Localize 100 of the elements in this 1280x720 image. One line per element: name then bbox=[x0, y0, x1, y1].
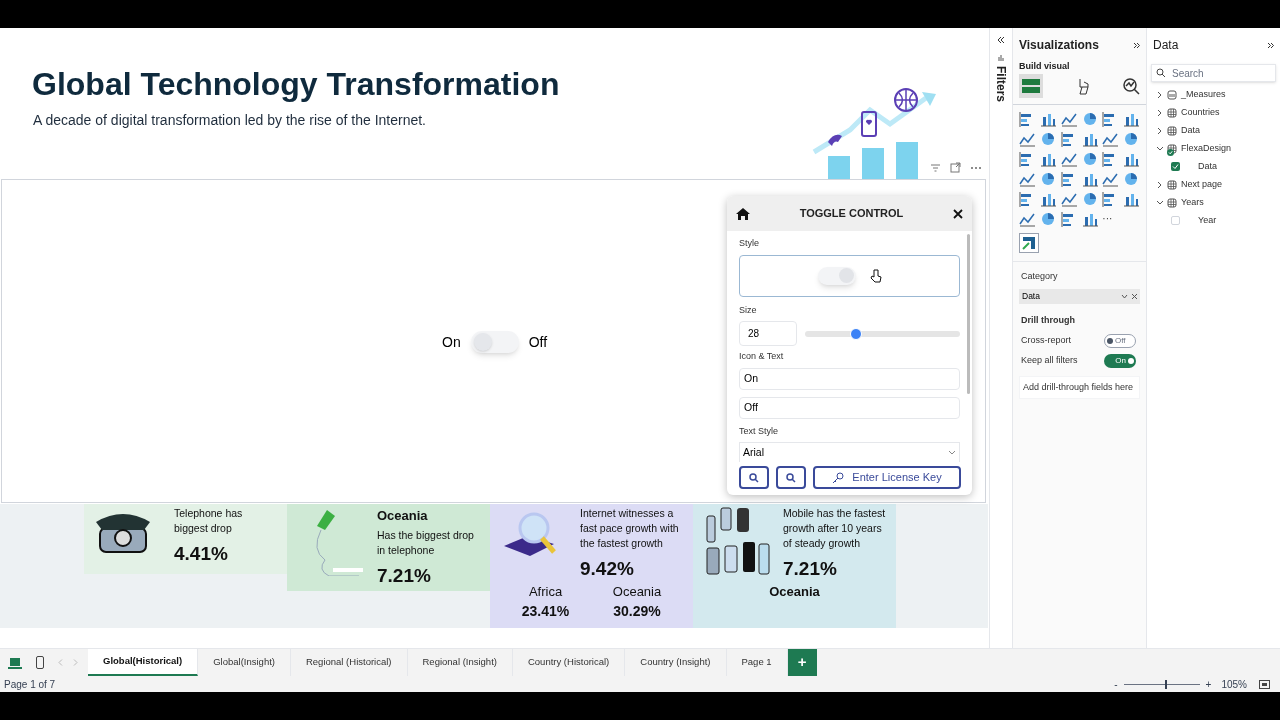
field-checkbox[interactable] bbox=[1171, 216, 1180, 225]
desktop-view-button[interactable] bbox=[8, 656, 22, 669]
chevron-down-icon bbox=[948, 450, 956, 455]
filter-icon bbox=[930, 162, 941, 173]
pie-chart-icon[interactable] bbox=[1081, 110, 1098, 127]
calculator-icon bbox=[1167, 89, 1177, 100]
filters-label[interactable]: Filters bbox=[995, 66, 1007, 102]
toggle-switch[interactable] bbox=[470, 331, 519, 353]
option-label: Cross-report bbox=[1021, 333, 1071, 347]
table-icon bbox=[1167, 197, 1177, 208]
slider-thumb[interactable] bbox=[850, 327, 863, 340]
field-name: Year bbox=[1198, 213, 1217, 227]
page-tab[interactable]: Global(Historical) bbox=[88, 649, 199, 676]
close-icon[interactable] bbox=[1132, 294, 1137, 299]
off-text-input[interactable]: Off bbox=[739, 396, 960, 419]
expand-icon[interactable] bbox=[1133, 41, 1140, 49]
pane-title: Visualizations bbox=[1019, 37, 1099, 54]
zoom-out-button[interactable]: - bbox=[1114, 676, 1118, 692]
toggle-style-preview bbox=[817, 266, 856, 285]
field-name: Data bbox=[1022, 290, 1040, 303]
table-item[interactable]: _Measures bbox=[1157, 88, 1280, 101]
table-item[interactable]: FlexaDesign bbox=[1157, 142, 1280, 155]
illustration-bar bbox=[828, 156, 850, 180]
fit-to-page-icon[interactable] bbox=[1259, 679, 1270, 689]
toggle-switch[interactable]: Off bbox=[1104, 333, 1136, 348]
field-item[interactable]: Data bbox=[1157, 160, 1280, 173]
region-name: Africa bbox=[528, 582, 563, 601]
card-text: Telephone has biggest drop bbox=[174, 506, 244, 536]
scrollbar[interactable] bbox=[967, 234, 970, 394]
telephone-handset-icon bbox=[828, 134, 842, 146]
field-checkbox[interactable] bbox=[1171, 162, 1180, 171]
pie-chart-icon[interactable] bbox=[1123, 170, 1140, 187]
card-value: 7.21% bbox=[783, 557, 838, 581]
report-subtitle: A decade of digital transformation led by the rise of the Internet. bbox=[33, 111, 427, 130]
table-item[interactable]: Data bbox=[1157, 124, 1280, 137]
card-text: Mobile has the fastest growth after 10 years of steady growth bbox=[783, 506, 886, 551]
region-name: Oceania bbox=[612, 582, 662, 601]
check-icon bbox=[1172, 163, 1179, 170]
field-label: Size bbox=[739, 303, 758, 317]
field-item[interactable]: Year bbox=[1157, 214, 1280, 227]
focus-mode-icon[interactable] bbox=[950, 162, 961, 173]
toggle-switch[interactable]: On bbox=[1104, 353, 1136, 368]
zoom-slider-thumb[interactable] bbox=[1165, 679, 1168, 689]
size-slider[interactable] bbox=[805, 330, 960, 337]
field-label: Text Style bbox=[739, 424, 779, 438]
custom-visual-tile[interactable] bbox=[1019, 232, 1039, 253]
close-icon[interactable] bbox=[953, 208, 963, 219]
zoom-in-button[interactable]: + bbox=[1205, 676, 1212, 692]
size-input[interactable]: 28 bbox=[739, 321, 797, 346]
table-item[interactable]: Next page bbox=[1157, 178, 1280, 191]
font-dropdown[interactable]: Arial bbox=[739, 442, 960, 462]
table-name: _Measures bbox=[1181, 87, 1226, 101]
table-name: Countries bbox=[1181, 105, 1220, 119]
table-name: Next page bbox=[1181, 177, 1223, 191]
expand-icon[interactable] bbox=[1267, 41, 1274, 49]
on-text-input[interactable]: On bbox=[739, 367, 960, 390]
page-indicator: Page 1 of 7 bbox=[4, 677, 56, 692]
illustration-bar bbox=[896, 142, 918, 180]
add-page-button[interactable]: + bbox=[787, 649, 817, 676]
chevron-right-icon[interactable] bbox=[1157, 109, 1163, 116]
home-icon[interactable] bbox=[736, 207, 750, 220]
chevron-down-icon[interactable] bbox=[1121, 294, 1128, 299]
more-visuals[interactable]: ··· bbox=[1102, 210, 1120, 227]
smartphone-icon bbox=[861, 111, 877, 137]
key-icon bbox=[832, 471, 845, 484]
more-options-icon[interactable] bbox=[970, 165, 982, 170]
pie-chart-icon[interactable] bbox=[1039, 210, 1056, 227]
chevron-right-icon[interactable] bbox=[1157, 181, 1163, 188]
mobile-icon[interactable] bbox=[36, 656, 44, 669]
card-heading: Oceania bbox=[377, 507, 429, 525]
pie-chart-icon[interactable] bbox=[1081, 190, 1098, 207]
analytics-icon[interactable] bbox=[1122, 76, 1140, 95]
pie-chart-icon[interactable] bbox=[1123, 130, 1140, 147]
field-label: Style bbox=[739, 237, 760, 250]
drop-zone[interactable]: Add drill-through fields here bbox=[1019, 375, 1140, 399]
pane-title: Data bbox=[1153, 37, 1179, 54]
category-field-well[interactable]: Data bbox=[1019, 289, 1140, 304]
card-value: 4.41% bbox=[174, 542, 229, 566]
table-item[interactable]: Years bbox=[1157, 196, 1280, 209]
chevron-down-icon[interactable] bbox=[1157, 145, 1163, 152]
build-visual-tab[interactable] bbox=[1019, 73, 1043, 98]
region-value: 23.41% bbox=[521, 602, 570, 621]
pie-chart-icon[interactable] bbox=[1081, 150, 1098, 167]
license-key-button[interactable]: Enter License Key bbox=[813, 466, 961, 489]
field-label: Icon & Text bbox=[739, 350, 785, 363]
chevron-right-icon[interactable] bbox=[1157, 91, 1163, 98]
chevron-right-icon[interactable] bbox=[1157, 127, 1163, 134]
table-icon bbox=[1167, 107, 1177, 118]
table-item[interactable]: Countries bbox=[1157, 106, 1280, 119]
chevron-down-icon[interactable] bbox=[1157, 199, 1163, 206]
pie-chart-icon[interactable] bbox=[1039, 170, 1056, 187]
option-label: Keep all filters bbox=[1021, 353, 1078, 367]
zoom-out-button[interactable] bbox=[776, 466, 806, 489]
pie-chart-icon[interactable] bbox=[1039, 130, 1056, 147]
zoom-in-button[interactable] bbox=[739, 466, 769, 489]
collapse-icon[interactable] bbox=[997, 36, 1005, 44]
card-value: 9.42% bbox=[580, 557, 635, 581]
region-value: 30.29% bbox=[613, 602, 661, 621]
search-field[interactable]: Search bbox=[1151, 64, 1276, 82]
section-label: Category bbox=[1021, 269, 1059, 283]
